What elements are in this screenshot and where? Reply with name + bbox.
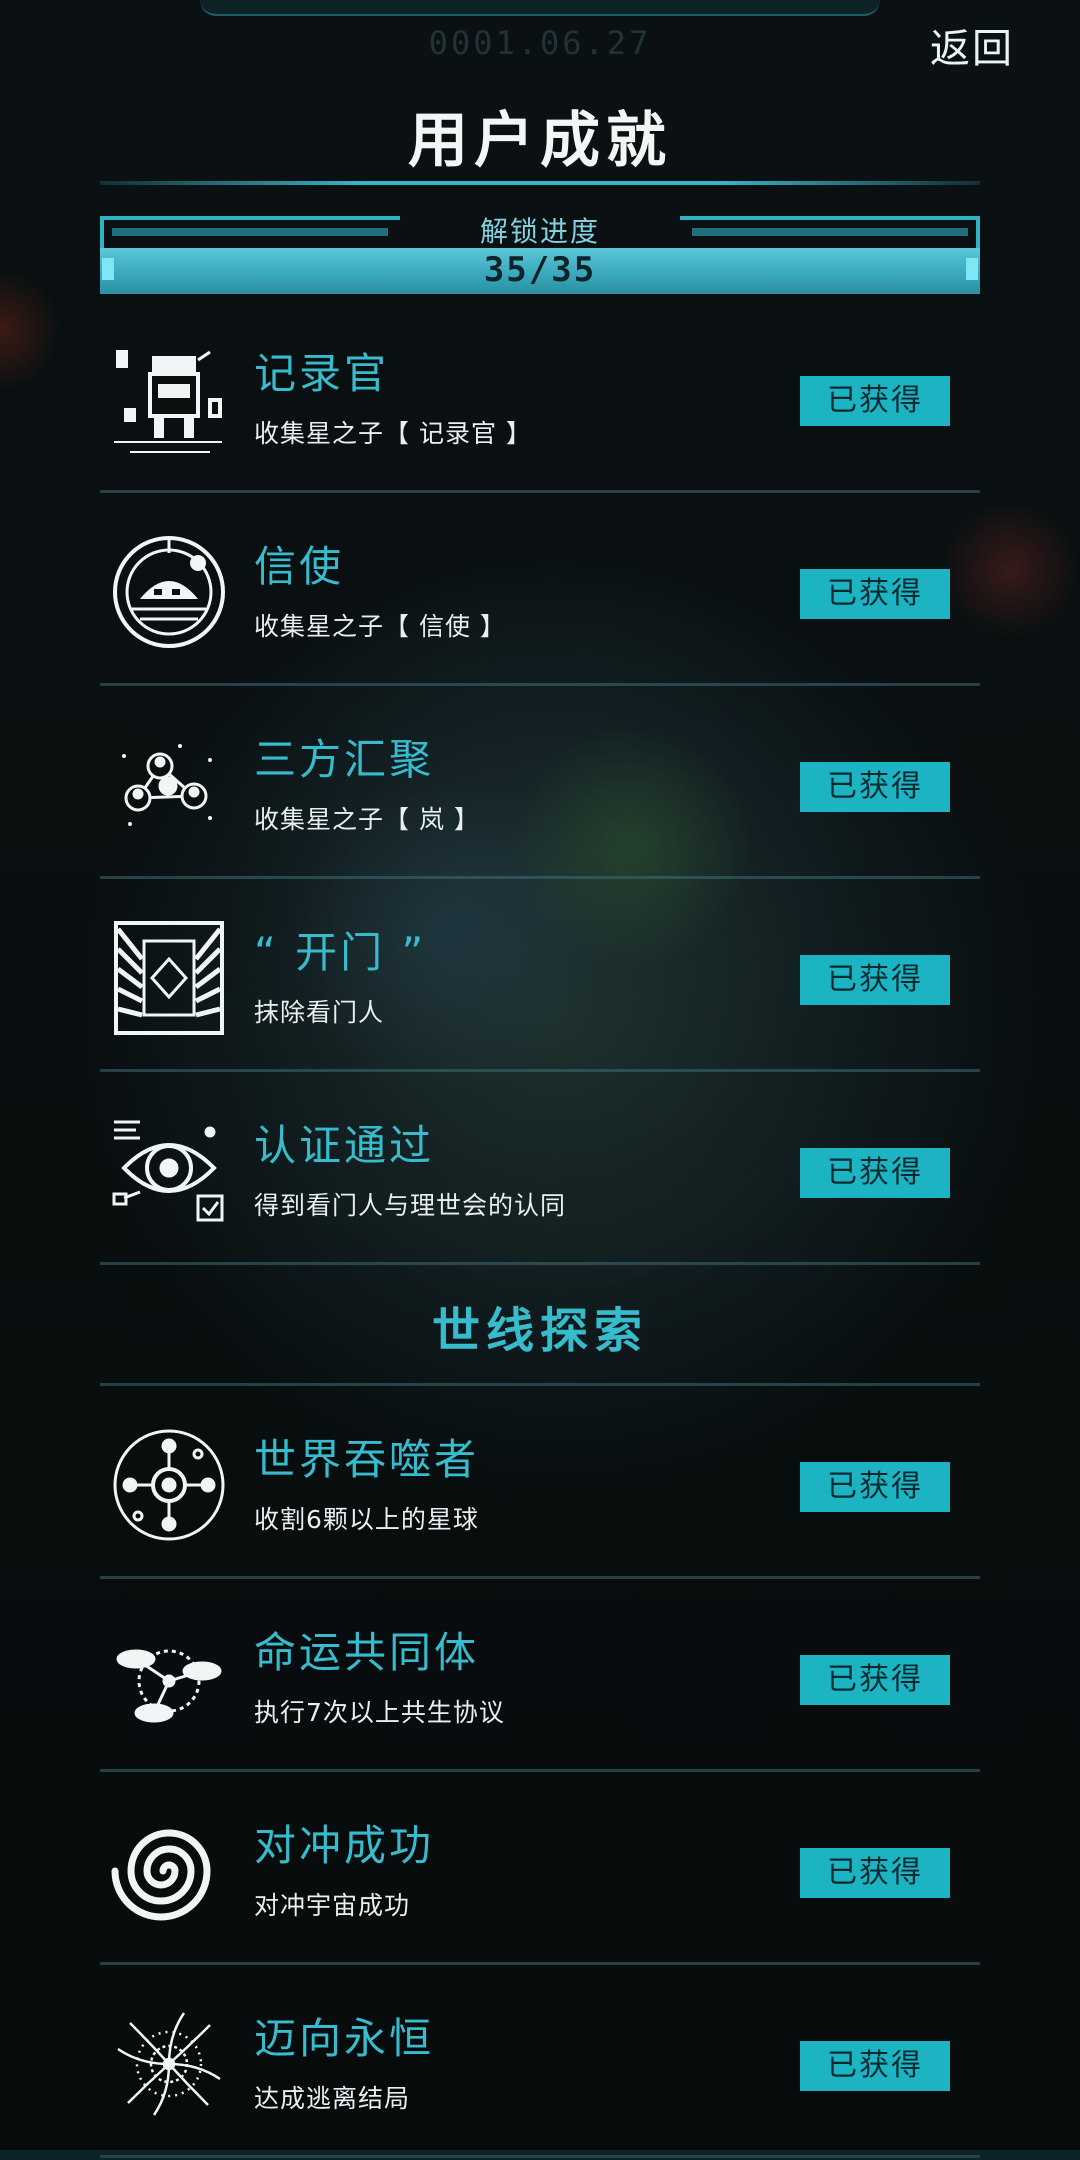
back-button[interactable]: 返回 (930, 16, 1014, 74)
bottom-frame (0, 2150, 1080, 2160)
achievement-name: 三方汇聚 (254, 735, 435, 784)
achievement-name: 世界吞噬者 (254, 1435, 480, 1484)
spiral-vortex-icon (110, 1812, 228, 1930)
achievement-name: 对冲成功 (254, 1821, 435, 1870)
obtained-badge: 已获得 (800, 1655, 950, 1705)
convergence-nodes-icon (110, 726, 228, 844)
achievement-desc: 收集星之子【 记录官 】 (254, 419, 532, 448)
achievement-desc: 抹除看门人 (254, 998, 385, 1027)
achievement-name: 信使 (254, 542, 345, 591)
world-devourer-icon (110, 1426, 228, 1544)
section-title: 世线探索 (431, 1303, 648, 1359)
achievement-desc: 得到看门人与理世会的认同 (254, 1191, 567, 1220)
obtained-badge: 已获得 (800, 955, 950, 1005)
linked-planets-icon (110, 1619, 228, 1737)
achievement-desc: 对冲宇宙成功 (254, 1891, 411, 1920)
achievement-name: 认证通过 (254, 1121, 435, 1170)
progress-bar: 35/35 (100, 248, 980, 294)
achievement-item[interactable]: “ 开门 ” 抹除看门人 已获得 (100, 879, 980, 1072)
achievement-desc: 执行7次以上共生协议 (254, 1698, 505, 1727)
achievement-desc: 收集星之子【 岚 】 (254, 805, 480, 834)
recorder-robot-icon (110, 340, 228, 458)
progress-value: 35/35 (483, 250, 597, 290)
achievements-screen: { "header": { "date": "0001.06.27", "bac… (0, 0, 1080, 2160)
achievement-item[interactable]: 三方汇聚 收集星之子【 岚 】 已获得 (100, 686, 980, 879)
achievement-desc: 达成逃离结局 (254, 2084, 411, 2113)
achievement-item[interactable]: 世界吞噬者 收割6颗以上的星球 已获得 (100, 1386, 980, 1579)
achievement-item[interactable]: 认证通过 得到看门人与理世会的认同 已获得 (100, 1072, 980, 1265)
achievement-item[interactable]: 迈向永恒 达成逃离结局 已获得 (100, 1965, 980, 2158)
obtained-badge: 已获得 (800, 1848, 950, 1898)
obtained-badge: 已获得 (800, 2041, 950, 2091)
title-divider (100, 181, 980, 185)
section-header: 世线探索 (100, 1265, 980, 1386)
progress-label: 解锁进度 (479, 215, 600, 248)
obtained-badge: 已获得 (800, 1462, 950, 1512)
achievement-list[interactable]: 记录官 收集星之子【 记录官 】 已获得 信使 收集星之子【 信使 】 已获得 … (100, 300, 980, 2158)
achievement-item[interactable]: 命运共同体 执行7次以上共生协议 已获得 (100, 1579, 980, 1772)
verified-eye-icon (110, 1112, 228, 1230)
obtained-badge: 已获得 (800, 376, 950, 426)
achievement-item[interactable]: 记录官 收集星之子【 记录官 】 已获得 (100, 300, 980, 493)
achievement-desc: 收割6颗以上的星球 (254, 1505, 479, 1534)
game-date: 0001.06.27 (428, 24, 652, 62)
top-frame (200, 0, 880, 16)
messenger-orb-icon (110, 533, 228, 651)
page-title: 用户成就 (408, 106, 672, 176)
achievement-name: 命运共同体 (254, 1628, 480, 1677)
achievement-name: 记录官 (254, 349, 390, 398)
achievement-item[interactable]: 信使 收集星之子【 信使 】 已获得 (100, 493, 980, 686)
achievement-name: 迈向永恒 (254, 2014, 435, 2063)
obtained-badge: 已获得 (800, 569, 950, 619)
obtained-badge: 已获得 (800, 762, 950, 812)
achievement-desc: 收集星之子【 信使 】 (254, 612, 506, 641)
galaxy-swirl-icon (110, 2005, 228, 2123)
obtained-badge: 已获得 (800, 1148, 950, 1198)
gate-icon (110, 919, 228, 1037)
achievement-name: “ 开门 ” (254, 928, 427, 977)
achievement-item[interactable]: 对冲成功 对冲宇宙成功 已获得 (100, 1772, 980, 1965)
unlock-progress: 解锁进度 35/35 (100, 215, 980, 296)
